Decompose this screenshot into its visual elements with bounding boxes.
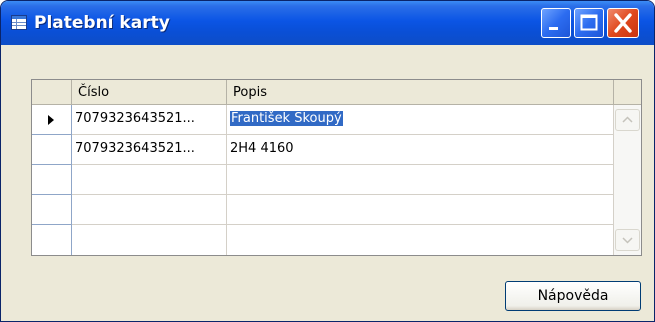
table-cell-popis[interactable]	[227, 195, 614, 225]
table-cell-popis[interactable]	[227, 225, 614, 255]
selected-cell-text[interactable]: František Skoupý	[230, 111, 343, 126]
cards-table: Číslo Popis 7079323643521... František S…	[31, 79, 642, 256]
dialog-window: Platební karty Číslo Popis 7079323643521…	[0, 0, 655, 322]
table-window-icon	[11, 15, 27, 30]
header-corner	[614, 80, 641, 105]
row-selector[interactable]	[32, 105, 72, 135]
chevron-down-icon	[622, 237, 633, 244]
table-cell-popis[interactable]: 2H4 4160	[227, 135, 614, 165]
scroll-down-button[interactable]	[615, 229, 640, 251]
window-title: Platební karty	[34, 13, 170, 33]
table-cell-cislo[interactable]: 7079323643521...	[72, 135, 227, 165]
minimize-button[interactable]	[541, 8, 571, 38]
row-selector[interactable]	[32, 165, 72, 195]
table-cell-cislo[interactable]: 7079323643521...	[72, 105, 227, 135]
column-header-popis[interactable]: Popis	[227, 80, 614, 105]
maximize-icon	[580, 14, 598, 31]
row-selector[interactable]	[32, 225, 72, 255]
help-button[interactable]: Nápověda	[505, 281, 641, 311]
row-selector-header	[32, 80, 72, 105]
table-cell-cislo[interactable]	[72, 165, 227, 195]
close-icon	[614, 13, 632, 33]
table-cell-popis[interactable]	[227, 165, 614, 195]
scroll-up-button[interactable]	[615, 109, 640, 131]
chevron-up-icon	[622, 116, 633, 123]
vertical-scrollbar[interactable]	[614, 105, 641, 255]
minimize-icon	[549, 27, 558, 30]
table-cell-cislo[interactable]	[72, 195, 227, 225]
row-selector[interactable]	[32, 195, 72, 225]
column-header-cislo[interactable]: Číslo	[72, 80, 227, 105]
current-row-arrow-icon	[48, 115, 54, 125]
title-bar[interactable]: Platební karty	[1, 1, 654, 45]
close-button[interactable]	[607, 8, 639, 38]
maximize-button[interactable]	[574, 8, 604, 38]
table-cell-cislo[interactable]	[72, 225, 227, 255]
row-selector[interactable]	[32, 135, 72, 165]
table-cell-popis[interactable]: František Skoupý	[227, 105, 614, 135]
